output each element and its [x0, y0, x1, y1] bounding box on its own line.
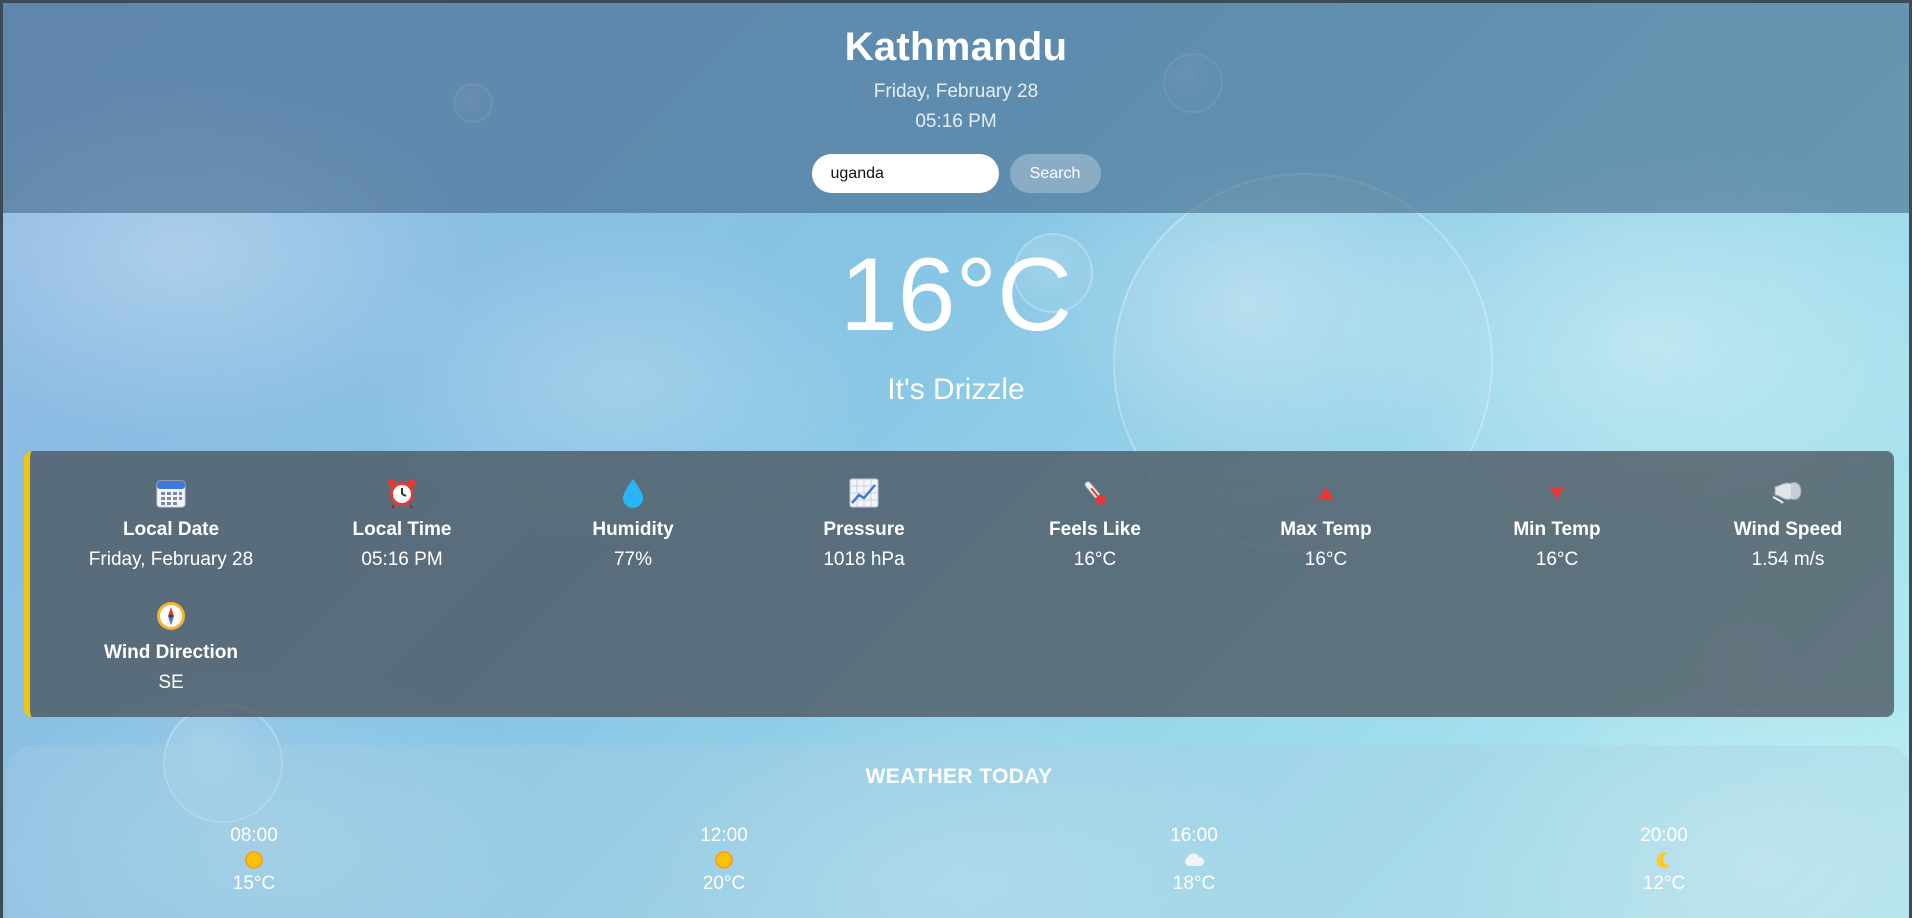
forecast-item: 12:00 20°C	[664, 825, 784, 895]
details-card: Local Date Friday, February 28 Local Tim…	[24, 451, 1894, 717]
detail-value: 16°C	[1073, 549, 1117, 570]
detail-label: Local Date	[122, 519, 220, 540]
sun-icon	[664, 847, 784, 873]
detail-label: Max Temp	[1280, 519, 1372, 540]
forecast-panel: WEATHER TODAY 08:00 15°C 12:00 20°C 16:0…	[6, 745, 1909, 918]
cloud-icon	[1134, 847, 1254, 873]
detail-local-time: Local Time 05:16 PM	[287, 475, 517, 571]
search-button[interactable]: Search	[1009, 154, 1101, 193]
alarm-clock-icon	[287, 475, 517, 511]
triangle-down-icon	[1442, 475, 1672, 511]
detail-value: 05:16 PM	[361, 549, 443, 570]
forecast-temp: 15°C	[232, 873, 276, 894]
detail-label: Wind Speed	[1733, 519, 1843, 540]
detail-value: 1018 hPa	[823, 549, 905, 570]
chart-icon	[749, 475, 979, 511]
current-condition: It's Drizzle	[887, 373, 1025, 406]
detail-label: Wind Direction	[104, 642, 238, 663]
detail-wind-speed: Wind Speed 1.54 m/s	[1673, 475, 1903, 571]
app-window: Kathmandu Friday, February 28 05:16 PM S…	[0, 0, 1912, 918]
detail-label: Feels Like	[1049, 519, 1141, 540]
droplet-icon	[518, 475, 748, 511]
forecast-temp: 18°C	[1172, 873, 1216, 894]
calendar-icon	[56, 475, 286, 511]
forecast-time: 20:00	[1640, 825, 1688, 846]
forecast-temp: 12°C	[1642, 873, 1686, 894]
detail-value: 16°C	[1535, 549, 1579, 570]
wind-icon	[1673, 475, 1903, 511]
triangle-up-icon	[1211, 475, 1441, 511]
detail-value: 77%	[613, 549, 653, 570]
search-bar: Search	[3, 154, 1909, 193]
thermometer-icon	[980, 475, 1210, 511]
compass-icon	[56, 598, 286, 634]
header-date: Friday, February 28	[873, 81, 1039, 102]
detail-local-date: Local Date Friday, February 28	[56, 475, 286, 571]
header: Kathmandu Friday, February 28 05:16 PM S…	[3, 3, 1909, 213]
detail-pressure: Pressure 1018 hPa	[749, 475, 979, 571]
detail-humidity: Humidity 77%	[518, 475, 748, 571]
header-time: 05:16 PM	[915, 111, 997, 132]
detail-label: Pressure	[823, 519, 905, 540]
detail-label: Min Temp	[1513, 519, 1601, 540]
detail-value: 1.54 m/s	[1751, 549, 1825, 570]
detail-label: Local Time	[352, 519, 452, 540]
forecast-time: 08:00	[230, 825, 278, 846]
forecast-temp: 20°C	[702, 873, 746, 894]
detail-value: 16°C	[1304, 549, 1348, 570]
forecast-title: WEATHER TODAY	[865, 765, 1053, 788]
current-temperature: 16°C	[839, 237, 1073, 353]
city-name: Kathmandu	[844, 25, 1068, 69]
detail-wind-direction: Wind Direction SE	[56, 598, 286, 694]
sun-icon	[194, 847, 314, 873]
forecast-time: 16:00	[1170, 825, 1218, 846]
forecast-time: 12:00	[700, 825, 748, 846]
detail-label: Humidity	[592, 519, 674, 540]
forecast-item: 20:00 12°C	[1604, 825, 1724, 895]
forecast-item: 16:00 18°C	[1134, 825, 1254, 895]
detail-value: Friday, February 28	[88, 549, 254, 570]
detail-value: SE	[158, 672, 184, 693]
forecast-item: 08:00 15°C	[194, 825, 314, 895]
detail-min-temp: Min Temp 16°C	[1442, 475, 1672, 571]
search-input[interactable]	[811, 154, 999, 193]
moon-icon	[1604, 847, 1724, 873]
detail-feels-like: Feels Like 16°C	[980, 475, 1210, 571]
detail-max-temp: Max Temp 16°C	[1211, 475, 1441, 571]
